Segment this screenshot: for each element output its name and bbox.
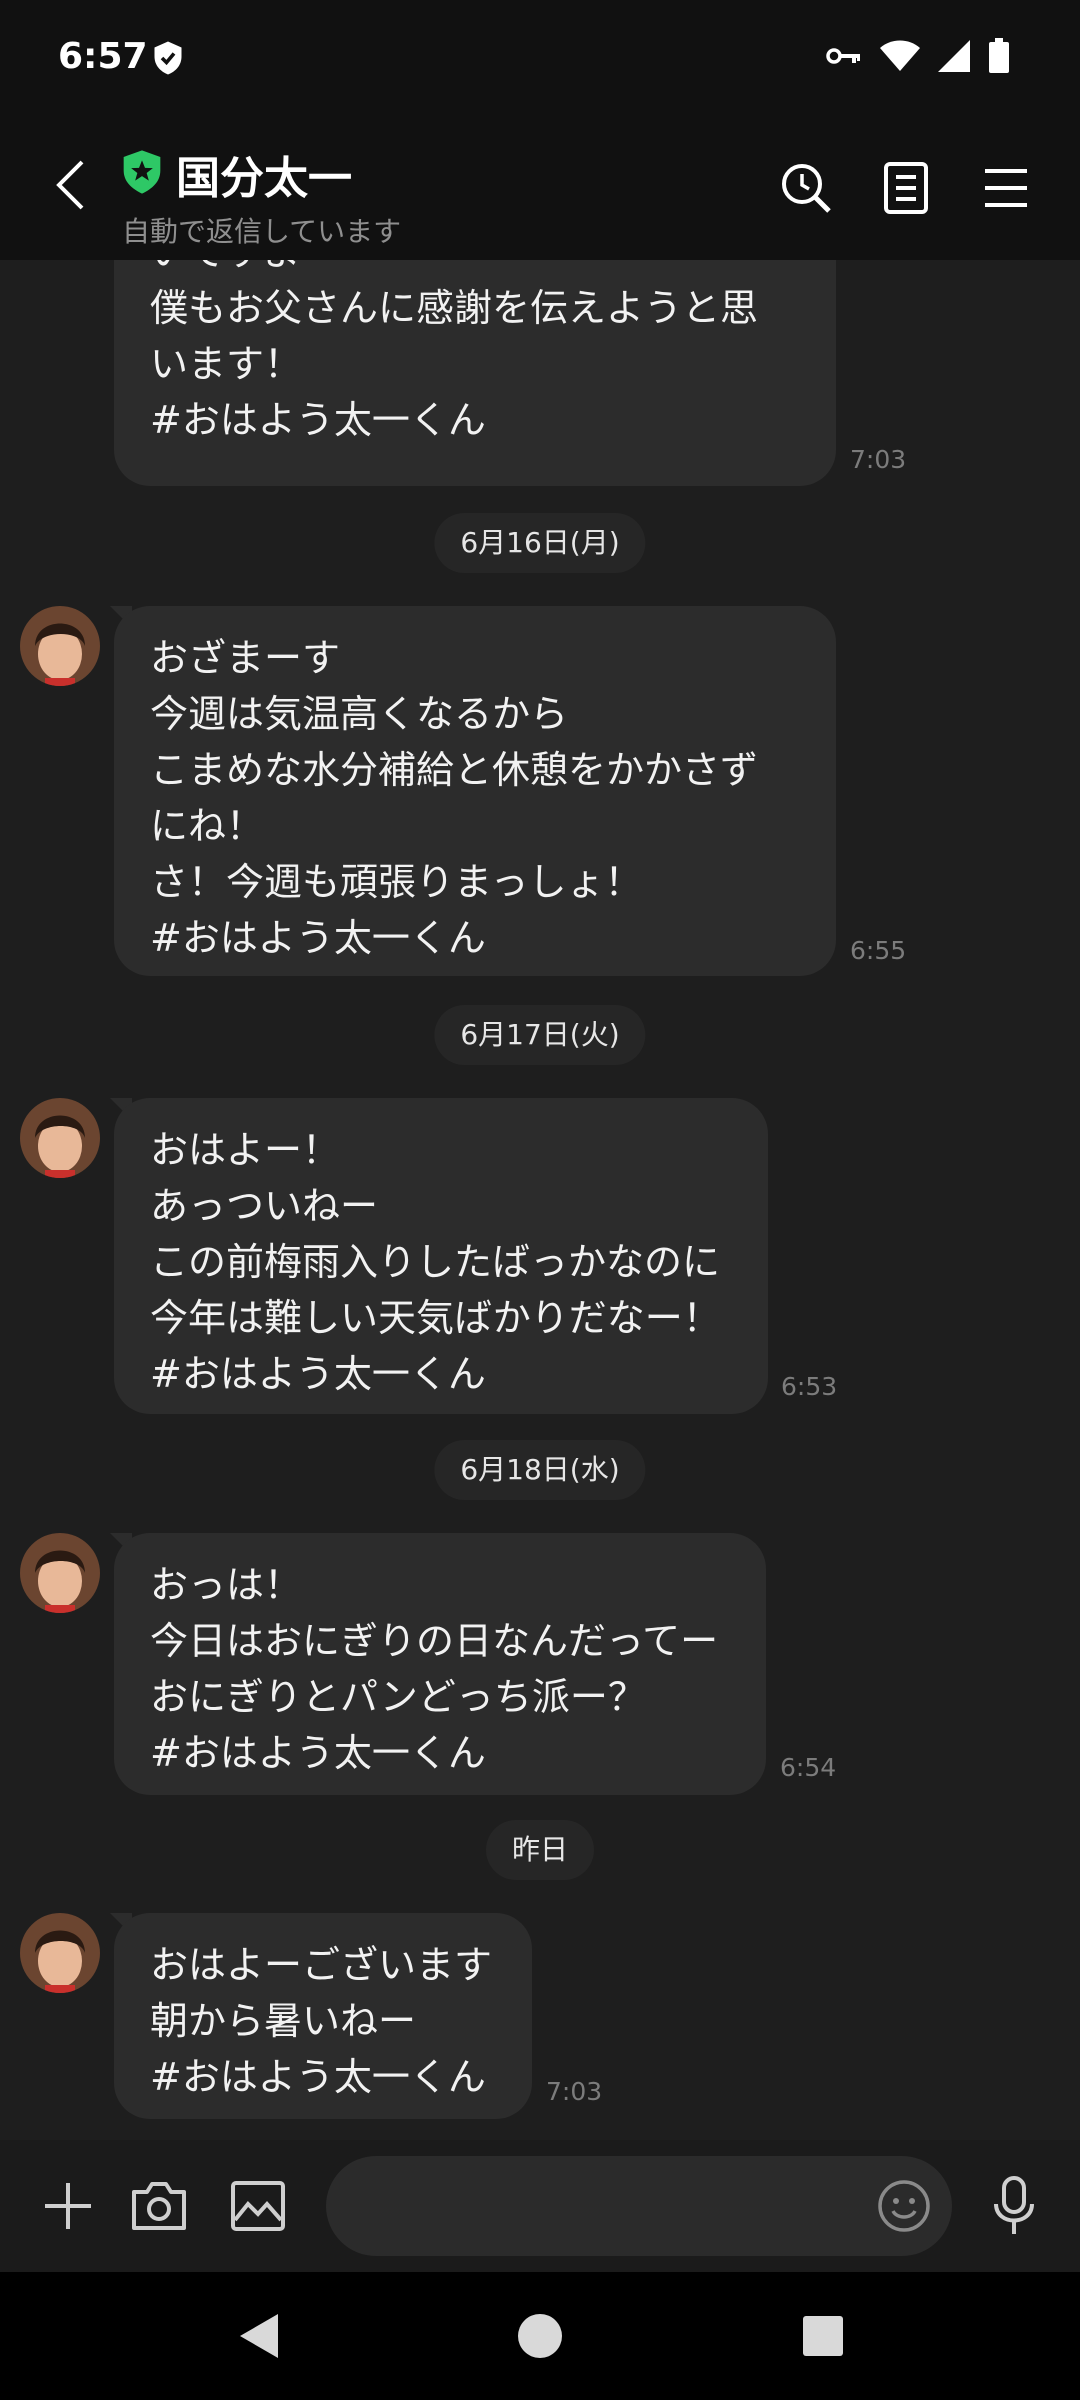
image-icon bbox=[231, 2181, 285, 2231]
cellular-signal-icon bbox=[938, 40, 970, 76]
nav-back-icon bbox=[240, 2314, 278, 2358]
message-input[interactable] bbox=[326, 2156, 952, 2256]
date-separator: 6月17日(火) bbox=[434, 1005, 646, 1065]
status-icons bbox=[826, 38, 1010, 78]
system-navigation-bar bbox=[0, 2272, 1080, 2400]
notes-button[interactable] bbox=[876, 158, 936, 218]
status-bar: 6:57 bbox=[0, 0, 1080, 120]
search-button[interactable] bbox=[776, 158, 836, 218]
menu-icon bbox=[985, 169, 1027, 207]
avatar[interactable] bbox=[20, 1913, 100, 1993]
chat-history[interactable]: いですよ 僕もお父さんに感謝を伝えようと思 います！ #おはよう太一くん 7:0… bbox=[0, 260, 1080, 2140]
status-time: 6:57 bbox=[58, 36, 148, 77]
message-time: 6:53 bbox=[781, 1372, 838, 1401]
key-icon bbox=[826, 45, 862, 71]
microphone-icon bbox=[994, 2176, 1034, 2234]
nav-home-button[interactable] bbox=[500, 2296, 580, 2376]
camera-icon bbox=[132, 2182, 186, 2230]
plus-icon bbox=[45, 2183, 91, 2229]
message-time: 6:54 bbox=[780, 1753, 837, 1782]
avatar[interactable] bbox=[20, 1533, 100, 1613]
message-time: 6:55 bbox=[850, 936, 907, 965]
official-badge-icon bbox=[122, 150, 162, 198]
nav-back-button[interactable] bbox=[218, 2296, 298, 2376]
voice-button[interactable] bbox=[978, 2170, 1050, 2242]
vpn-shield-icon bbox=[150, 40, 186, 76]
message-bubble[interactable]: おっは！ 今日はおにぎりの日なんだってー おにぎりとパンどっち派ー？ #おはよう… bbox=[114, 1533, 766, 1795]
battery-icon bbox=[988, 38, 1010, 78]
gallery-button[interactable] bbox=[222, 2170, 294, 2242]
message-bubble[interactable]: おざまーす 今週は気温高くなるから こまめな水分補給と休憩をかかさず にね！ さ… bbox=[114, 606, 836, 976]
wifi-icon bbox=[880, 40, 920, 76]
emoji-button[interactable] bbox=[872, 2174, 936, 2238]
camera-button[interactable] bbox=[123, 2170, 195, 2242]
chat-title: 国分太一 bbox=[176, 153, 352, 204]
notes-icon bbox=[884, 162, 928, 214]
chat-header: 国分太一 自動で返信しています bbox=[0, 120, 1080, 260]
message-time: 7:03 bbox=[850, 445, 907, 474]
message-time: 7:03 bbox=[546, 2077, 603, 2106]
message-bubble[interactable]: おはよーございます 朝から暑いねー #おはよう太一くん bbox=[114, 1913, 532, 2119]
auto-reply-status: 自動で返信しています bbox=[122, 215, 402, 248]
menu-button[interactable] bbox=[976, 158, 1036, 218]
nav-home-icon bbox=[518, 2314, 562, 2358]
nav-recents-button[interactable] bbox=[783, 2296, 863, 2376]
back-arrow-icon bbox=[56, 160, 84, 210]
back-button[interactable] bbox=[40, 150, 100, 220]
date-separator: 昨日 bbox=[485, 1820, 595, 1880]
chat-title-block[interactable]: 国分太一 自動で返信しています bbox=[122, 142, 401, 250]
date-separator: 6月16日(月) bbox=[434, 513, 646, 573]
emoji-icon bbox=[878, 2180, 930, 2232]
add-button[interactable] bbox=[32, 2170, 104, 2242]
message-bubble[interactable]: いですよ 僕もお父さんに感謝を伝えようと思 います！ #おはよう太一くん bbox=[114, 260, 836, 486]
nav-recents-icon bbox=[803, 2316, 843, 2356]
date-separator: 6月18日(水) bbox=[434, 1440, 646, 1500]
message-input-bar bbox=[0, 2140, 1080, 2272]
avatar[interactable] bbox=[20, 1098, 100, 1178]
search-history-icon bbox=[782, 164, 831, 213]
message-bubble[interactable]: おはよー！ あっついねー この前梅雨入りしたばっかなのに 今年は難しい天気ばかり… bbox=[114, 1098, 768, 1414]
avatar[interactable] bbox=[20, 606, 100, 686]
